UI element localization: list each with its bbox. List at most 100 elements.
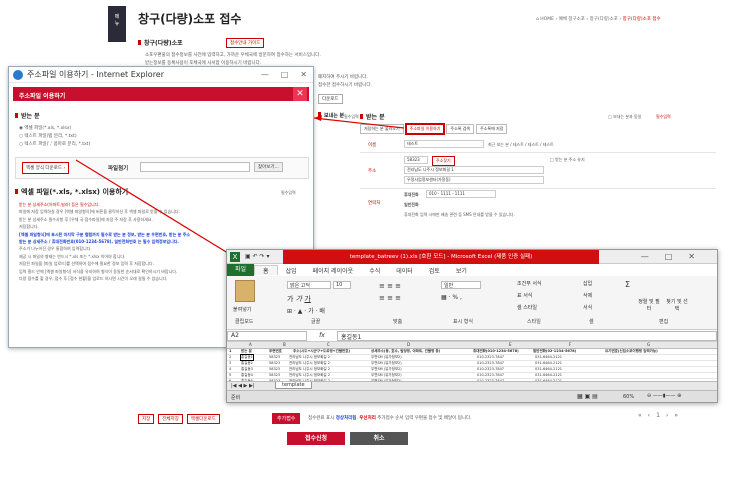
page-next[interactable]: › bbox=[666, 412, 668, 419]
column-letter[interactable]: B bbox=[283, 342, 286, 347]
find-select-button[interactable]: 찾기 및 선택 bbox=[665, 298, 689, 312]
cell[interactable]: 58323 bbox=[269, 373, 280, 377]
cell[interactable]: 031-6464-2121 bbox=[535, 355, 562, 359]
ribbon-tabs: 파일 홈 삽입 페이지 레이아웃 수식 데이터 검토 보기 bbox=[227, 264, 717, 276]
row-number[interactable]: 3 bbox=[229, 361, 231, 365]
number-format-select[interactable]: 일반 bbox=[441, 281, 481, 289]
cell[interactable]: 우편SM (유가정보2) bbox=[371, 361, 402, 366]
tab-insert[interactable]: 삽입 bbox=[278, 266, 305, 275]
cell[interactable]: 031-6464-2121 bbox=[535, 367, 562, 371]
cell[interactable]: 우편SM (유가정보2) bbox=[371, 373, 402, 378]
font-name-select[interactable]: 맑은 고딕 bbox=[287, 281, 331, 289]
sort-filter-button[interactable]: 정렬 및 필터 bbox=[637, 298, 661, 312]
conditional-format-button[interactable]: 조건부 서식 bbox=[517, 280, 542, 287]
page-number[interactable]: 1 bbox=[656, 412, 660, 419]
tab-review[interactable]: 검토 bbox=[421, 266, 448, 275]
save-button[interactable]: 저장 bbox=[138, 414, 155, 424]
cell[interactable]: 우편SM (유가정보2) bbox=[371, 355, 402, 360]
paste-icon[interactable] bbox=[235, 280, 255, 302]
tab-view[interactable]: 보기 bbox=[448, 266, 475, 275]
font-size-select[interactable]: 10 bbox=[333, 281, 351, 289]
status-bar: 준비 ▦ ▣ ▤ 60% ⊖ ——▮—— ⊕ bbox=[227, 390, 717, 402]
column-letter[interactable]: E bbox=[509, 342, 512, 347]
zoom-slider[interactable]: ⊖ ——▮—— ⊕ bbox=[647, 393, 681, 399]
column-letter[interactable]: D bbox=[407, 342, 410, 347]
cell[interactable]: 전라남도 나주시 정보화길 2 bbox=[289, 367, 330, 372]
cell[interactable]: 010-2323-7847 bbox=[477, 361, 504, 365]
cell[interactable]: 휴대전화(010-1234-5678) bbox=[473, 349, 519, 354]
cell-style-button[interactable]: 셀 스타일 bbox=[517, 304, 537, 311]
formula-bar: A2 fx 홍길동1 bbox=[227, 330, 717, 342]
tab-page-layout[interactable]: 페이지 레이아웃 bbox=[305, 266, 362, 275]
cell[interactable]: 031-6464-2121 bbox=[535, 361, 562, 365]
cell[interactable]: 58323 bbox=[269, 367, 280, 371]
save-all-button[interactable]: 전체저장 bbox=[158, 414, 183, 424]
cell[interactable]: 58323 bbox=[269, 361, 280, 365]
page-first[interactable]: « bbox=[638, 412, 642, 419]
submit-button[interactable]: 접수신청 bbox=[287, 432, 345, 445]
alignment-buttons[interactable]: ≡ ≡ ≡ bbox=[379, 282, 401, 290]
alignment-buttons[interactable]: ≡ ≡ ≡ bbox=[379, 294, 401, 302]
excel-download-button[interactable]: 엑셀다운로드 bbox=[186, 414, 220, 424]
column-letter[interactable]: C bbox=[327, 342, 330, 347]
delete-cells-button[interactable]: 삭제 bbox=[583, 292, 592, 299]
column-letter[interactable]: F bbox=[569, 342, 571, 347]
quick-access-icons[interactable]: ▣ ↶ ↷ ▾ bbox=[245, 253, 269, 260]
group-label: 표시 형식 bbox=[453, 319, 473, 325]
column-letter[interactable]: G bbox=[647, 342, 650, 347]
fx-icon[interactable]: fx bbox=[307, 332, 337, 339]
cell[interactable]: 받는 분 bbox=[241, 349, 252, 354]
excel-titlebar: X ▣ ↶ ↷ ▾ template_batreev (1).xls [호환 모… bbox=[227, 250, 717, 264]
view-buttons[interactable]: ▦ ▣ ▤ bbox=[577, 393, 598, 400]
cell[interactable]: 010-2323-7847 bbox=[477, 373, 504, 377]
cell[interactable]: 010-2323-7847 bbox=[477, 367, 504, 371]
cell[interactable]: 전라남도 나주시 정보화길 2 bbox=[289, 373, 330, 378]
group-label: 클립보드 bbox=[235, 319, 254, 325]
table-format-button[interactable]: 표 서식 bbox=[517, 292, 532, 299]
excel-window-controls[interactable]: —□✕ bbox=[641, 252, 711, 261]
cell[interactable]: 요기번호(신입소포이행명 입력가능) bbox=[605, 349, 658, 354]
group-label: 편집 bbox=[659, 319, 669, 325]
sum-icon[interactable]: Σ bbox=[625, 280, 630, 289]
name-box[interactable]: A2 bbox=[227, 330, 307, 341]
row-number[interactable]: 5 bbox=[229, 373, 231, 377]
page-last[interactable]: » bbox=[674, 412, 678, 419]
cell[interactable]: 전라남도 나주시 정보화길 2 bbox=[289, 355, 330, 360]
cell[interactable]: 010-2323-7847 bbox=[477, 355, 504, 359]
column-headers: A B C D E F G bbox=[227, 342, 717, 349]
sheet-tab[interactable]: template bbox=[275, 382, 312, 389]
cell[interactable]: 홍길동2 bbox=[241, 361, 253, 366]
format-cells-button[interactable]: 서식 bbox=[583, 304, 592, 311]
cell[interactable]: 홍길동3 bbox=[241, 367, 253, 372]
cell[interactable]: 홍길동4 bbox=[241, 373, 253, 378]
insert-cells-button[interactable]: 삽입 bbox=[583, 280, 592, 287]
cell[interactable]: 우편번호 bbox=[269, 349, 282, 354]
border-fill-buttons[interactable]: ⊞ · ▲ · 가 · 배 bbox=[287, 306, 325, 315]
tab-file[interactable]: 파일 bbox=[227, 264, 255, 276]
cancel-button[interactable]: 취소 bbox=[350, 432, 408, 445]
tab-data[interactable]: 데이터 bbox=[388, 266, 421, 275]
page-prev[interactable]: ‹ bbox=[648, 412, 650, 419]
sheet-nav-icons[interactable]: |◀ ◀ ▶ ▶| bbox=[231, 383, 255, 389]
cell[interactable]: 전라남도 나주시 정보화길 2 bbox=[289, 361, 330, 366]
row-number[interactable]: 2 bbox=[229, 355, 231, 359]
cell[interactable]: 일반전화(02-1234-5678) bbox=[533, 349, 576, 354]
excel-window: X ▣ ↶ ↷ ▾ template_batreev (1).xls [호환 모… bbox=[226, 249, 718, 403]
add-reception-button[interactable]: 추가접수 bbox=[272, 413, 301, 424]
cell[interactable]: 상세주소(동, 호수, 빌딩명, 아파트, 건물명 등) bbox=[371, 349, 440, 354]
group-label: 셀 bbox=[589, 319, 594, 325]
cell[interactable]: 주소(시도+시군구+도로명+건물번호) bbox=[293, 349, 350, 354]
cell[interactable]: 홍길동1 bbox=[240, 354, 254, 361]
cell[interactable]: 58323 bbox=[269, 355, 280, 359]
number-buttons[interactable]: ▦ · % , bbox=[441, 294, 462, 301]
cell[interactable]: 우편SM (유가정보2) bbox=[371, 367, 402, 372]
tab-formulas[interactable]: 수식 bbox=[361, 266, 388, 275]
row-number[interactable]: 4 bbox=[229, 367, 231, 371]
font-style-buttons[interactable]: 가 가 가 bbox=[287, 294, 311, 304]
row-number[interactable]: 1 bbox=[229, 349, 231, 353]
paste-button[interactable]: 붙여넣기 bbox=[233, 306, 251, 313]
cell[interactable]: 031-6464-2121 bbox=[535, 373, 562, 377]
tab-home[interactable]: 홈 bbox=[254, 265, 278, 275]
formula-input[interactable]: 홍길동1 bbox=[337, 330, 717, 341]
column-letter[interactable]: A bbox=[249, 342, 252, 347]
